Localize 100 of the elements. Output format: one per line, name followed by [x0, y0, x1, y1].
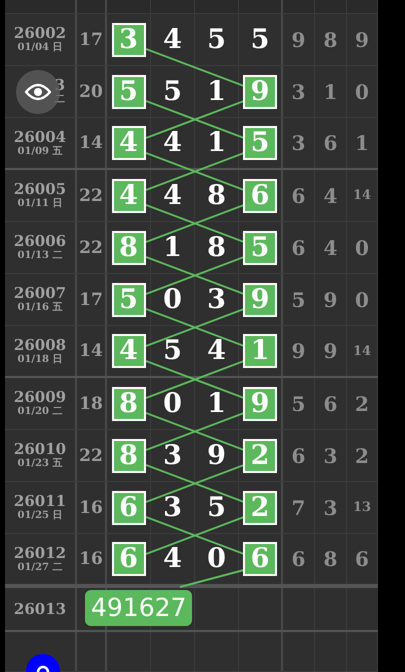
stat-value: 6: [292, 184, 306, 208]
draw-date: 01/16 五: [18, 302, 62, 314]
highlighted-digit: 6: [243, 542, 277, 576]
highlighted-digit: 2: [243, 438, 277, 472]
highlighted-digit: 5: [112, 74, 146, 108]
stat-value: 6: [324, 392, 338, 416]
stat-value: 4: [324, 236, 338, 260]
highlighted-digit: 4: [112, 178, 146, 212]
period-number: 26008: [14, 336, 66, 354]
stat-value: 3: [324, 496, 338, 520]
digit: 3: [163, 492, 182, 522]
stat-value: 9: [355, 28, 369, 52]
stat-value: 9: [324, 339, 338, 363]
period-number: 26010: [14, 441, 66, 458]
digit: 1: [207, 128, 226, 158]
highlighted-digit: 2: [243, 490, 277, 524]
highlighted-digit: 3: [112, 22, 146, 56]
sum-value: 22: [79, 238, 103, 258]
period-number: 26009: [14, 389, 66, 406]
digit: 5: [207, 24, 226, 54]
stat-value: 6: [355, 547, 369, 571]
digit: 1: [207, 388, 226, 418]
highlighted-digit: 6: [112, 542, 146, 576]
highlighted-digit: 8: [112, 230, 146, 264]
digit: 0: [207, 544, 226, 574]
prediction-badge: 491627: [85, 590, 192, 626]
sum-value: 18: [79, 394, 103, 414]
stat-value: 6: [292, 236, 306, 260]
eye-icon: [25, 83, 51, 101]
stat-value: 2: [355, 392, 369, 416]
stat-value: 0: [355, 236, 369, 260]
draw-date: 01/18 日: [18, 354, 62, 366]
refresh-icon: [35, 664, 51, 672]
stat-value: 14: [352, 188, 372, 203]
draw-date: 二: [55, 94, 65, 106]
stat-value: 9: [324, 288, 338, 312]
sum-value: 16: [79, 498, 103, 518]
stat-value: 7: [292, 496, 306, 520]
draw-date: 01/20 二: [18, 406, 62, 418]
digit: 8: [207, 180, 226, 210]
stat-value: 3: [292, 80, 306, 104]
period-number: 26007: [14, 285, 66, 302]
highlighted-digit: 1: [243, 334, 277, 368]
period-number: 26011: [14, 493, 66, 510]
period-number: 26004: [14, 128, 66, 146]
digit: 1: [207, 76, 226, 106]
draw-date: 01/04 日: [18, 42, 62, 54]
highlighted-digit: 4: [112, 126, 146, 160]
stat-value: 9: [292, 339, 306, 363]
stat-value: 0: [355, 288, 369, 312]
digit: 5: [250, 24, 270, 54]
digit: 4: [163, 128, 182, 158]
stat-value: 6: [292, 444, 306, 468]
sum-value: 16: [79, 549, 103, 569]
digit: 4: [207, 336, 226, 366]
period-number: 26006: [14, 233, 66, 250]
highlighted-digit: 5: [112, 282, 146, 316]
period-number: 26013: [14, 600, 66, 618]
highlighted-digit: 5: [243, 126, 277, 160]
stat-value: 6: [292, 547, 306, 571]
digit: 5: [207, 492, 226, 522]
stat-value: 5: [292, 288, 306, 312]
draw-date: 01/27 二: [18, 562, 62, 574]
sum-value: 22: [79, 446, 103, 466]
period-number: 3: [54, 77, 65, 94]
highlighted-digit: 8: [112, 386, 146, 420]
digit: 4: [163, 180, 182, 210]
period-number: 26005: [14, 181, 66, 198]
sum-value: 20: [79, 82, 103, 102]
sum-value: 17: [79, 290, 103, 310]
digit: 5: [163, 76, 182, 106]
stat-value: 6: [324, 131, 338, 155]
highlighted-digit: 5: [243, 230, 277, 264]
digit: 1: [163, 232, 182, 262]
highlighted-digit: 8: [112, 438, 146, 472]
sum-value: 22: [79, 186, 103, 206]
connector-line: [180, 569, 244, 588]
draw-date: 01/13 二: [18, 250, 62, 262]
stat-value: 4: [324, 184, 338, 208]
highlighted-digit: 9: [243, 74, 277, 108]
highlighted-digit: 6: [112, 490, 146, 524]
digit: 4: [163, 544, 182, 574]
stat-value: 8: [324, 28, 338, 52]
period-number: 26002: [14, 25, 66, 42]
stat-value: 3: [292, 131, 306, 155]
draw-date: 01/25 日: [18, 510, 62, 522]
digit: 0: [163, 388, 182, 418]
stat-value: 13: [352, 500, 372, 515]
stat-value: 1: [355, 131, 369, 155]
highlighted-digit: 9: [243, 386, 277, 420]
digit: 8: [207, 232, 226, 262]
stat-value: 0: [355, 80, 369, 104]
stat-value: 9: [292, 28, 306, 52]
stat-value: 8: [324, 547, 338, 571]
sum-value: 14: [79, 341, 103, 361]
stat-value: 1: [324, 80, 338, 104]
period-number: 26012: [14, 544, 66, 562]
digit: 0: [163, 284, 182, 314]
stat-value: 14: [352, 344, 372, 358]
digit: 3: [207, 284, 226, 314]
